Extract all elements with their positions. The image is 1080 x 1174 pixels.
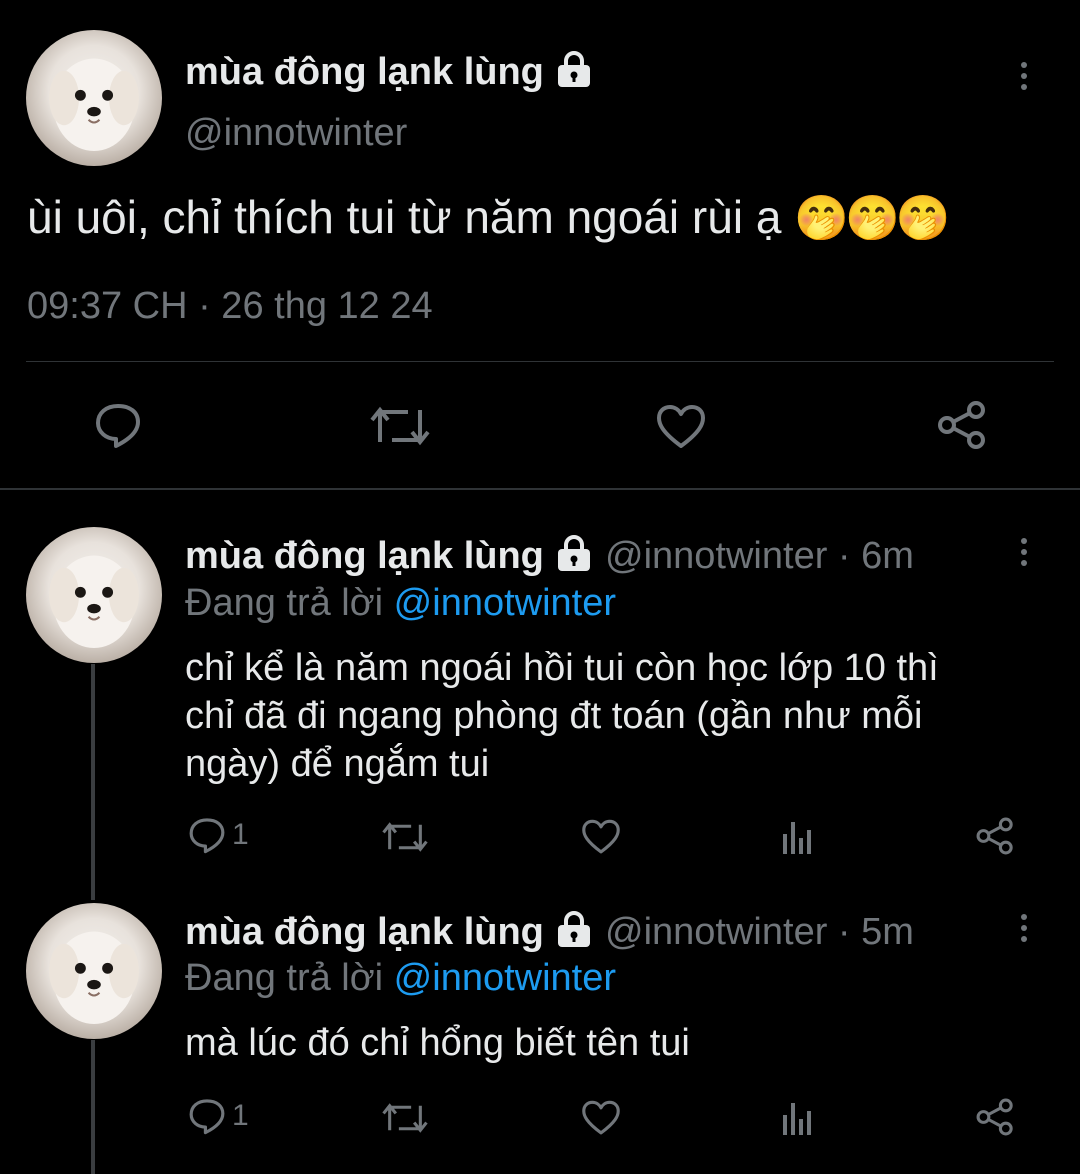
dog-avatar-image [49, 58, 139, 152]
like-icon[interactable] [581, 819, 621, 855]
retweet-icon[interactable] [382, 820, 428, 854]
replying-to: Đang trả lời @innotwinter [185, 582, 616, 625]
thread-line [91, 1040, 95, 1174]
reply-icon [188, 816, 226, 854]
avatar[interactable] [26, 527, 162, 663]
avatar[interactable] [26, 30, 162, 166]
replying-prefix: Đang trả lời [185, 582, 384, 624]
avatar[interactable] [26, 903, 162, 1039]
reply-text-line: ngày) để ngắm tui [185, 743, 490, 785]
divider [26, 361, 1054, 362]
retweet-icon[interactable] [370, 404, 430, 448]
reply-header: mùa đông lạnk lùng @innotwinter · 6m [185, 534, 914, 582]
dog-avatar-image [49, 931, 139, 1025]
share-icon[interactable] [936, 400, 988, 450]
tweet-text: ùi uôi, chỉ thích tui từ năm ngoái rùi ạ [27, 191, 782, 243]
replying-to-link[interactable]: @innotwinter [394, 957, 616, 999]
lock-icon [554, 910, 594, 958]
more-options-icon[interactable] [1019, 914, 1029, 947]
reply-icon[interactable] [94, 402, 142, 448]
reply-text-line: mà lúc đó chỉ hổng biết tên tui [185, 1022, 690, 1064]
display-name[interactable]: mùa đông lạnk lùng [185, 535, 544, 577]
retweet-icon[interactable] [382, 1101, 428, 1135]
reply-button[interactable]: 1 [188, 816, 249, 854]
handle-time[interactable]: @innotwinter · 5m [605, 911, 914, 953]
more-options-icon[interactable] [1019, 62, 1029, 95]
display-name[interactable]: mùa đông lạnk lùng [185, 50, 594, 98]
more-options-icon[interactable] [1019, 538, 1029, 571]
reply-text: mà lúc đó chỉ hổng biết tên tui [185, 1019, 690, 1067]
analytics-icon[interactable] [781, 820, 815, 854]
dog-avatar-image [49, 555, 139, 649]
reply-count: 1 [232, 1099, 249, 1132]
share-icon[interactable] [975, 816, 1015, 856]
thread-line [91, 664, 95, 900]
handle-time[interactable]: @innotwinter · 6m [605, 535, 914, 577]
reply-text-line: chỉ đã đi ngang phòng đt toán (gần như m… [185, 695, 923, 737]
lock-icon [554, 534, 594, 582]
lock-icon [554, 50, 594, 98]
reply-text-line: chỉ kể là năm ngoái hồi tui còn học lớp … [185, 647, 939, 689]
hand-over-mouth-emoji: 🤭🤭🤭 [794, 194, 950, 243]
reply-button[interactable]: 1 [188, 1097, 249, 1135]
share-icon[interactable] [975, 1097, 1015, 1137]
analytics-icon[interactable] [781, 1101, 815, 1135]
timestamp[interactable]: 09:37 CH · 26 thg 12 24 [27, 285, 433, 328]
display-name-text: mùa đông lạnk lùng [185, 51, 544, 94]
replying-prefix: Đang trả lời [185, 957, 384, 999]
like-icon[interactable] [656, 404, 706, 450]
handle[interactable]: @innotwinter [185, 112, 407, 155]
like-icon[interactable] [581, 1100, 621, 1136]
reply-header: mùa đông lạnk lùng @innotwinter · 5m [185, 910, 914, 958]
reply-icon [188, 1097, 226, 1135]
section-divider [0, 488, 1080, 490]
reply-text: chỉ kể là năm ngoái hồi tui còn học lớp … [185, 644, 939, 788]
display-name[interactable]: mùa đông lạnk lùng [185, 911, 544, 953]
replying-to-link[interactable]: @innotwinter [394, 582, 616, 624]
tweet-text-row: ùi uôi, chỉ thích tui từ năm ngoái rùi ạ… [27, 190, 951, 244]
replying-to: Đang trả lời @innotwinter [185, 957, 616, 1000]
reply-count: 1 [232, 818, 249, 851]
